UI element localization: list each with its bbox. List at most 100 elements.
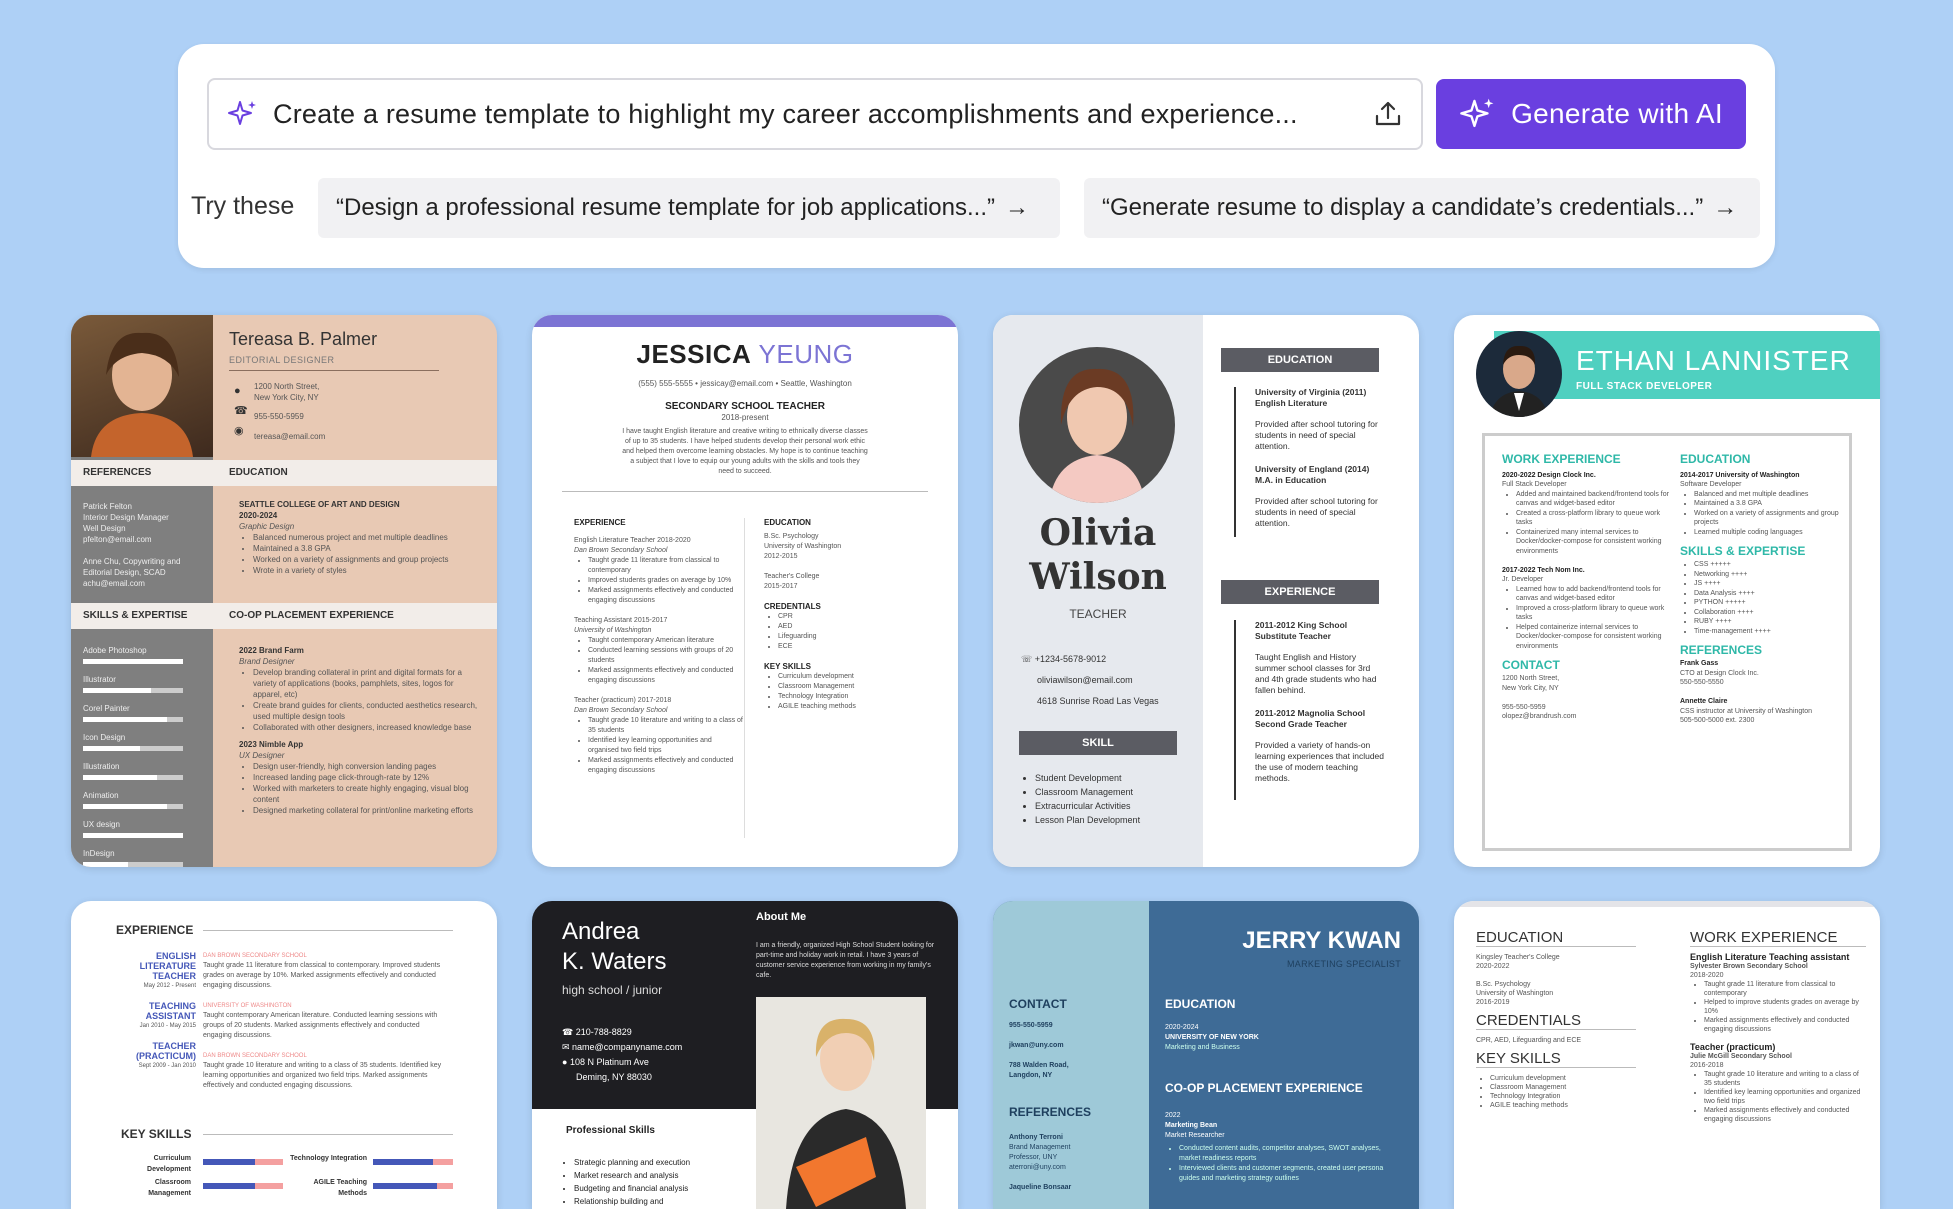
list-item: Created a cross-platform library to queu…: [1516, 509, 1672, 528]
text-line: University of Washington: [764, 543, 842, 550]
prompt-input[interactable]: Create a resume template to highlight my…: [207, 78, 1423, 150]
text-line: 2011-2012 Magnolia School: [1255, 708, 1366, 718]
text-line: 210-788-8829: [575, 1027, 632, 1037]
list-item: Marked assignments effectively and condu…: [588, 666, 744, 686]
list-item: Improved students grades on average by 1…: [588, 576, 744, 586]
decoration: [1454, 901, 1880, 907]
text-line: 2020-2022 Design Clock Inc.: [1502, 471, 1596, 479]
text-line: EDUCATION: [764, 518, 811, 527]
list-item: Worked on a variety of assignments and g…: [1694, 509, 1840, 528]
text-line: 550-550-5550: [1680, 679, 1724, 686]
list-item: Technology Integration: [1490, 1092, 1636, 1101]
generate-label: Generate with AI: [1511, 98, 1723, 129]
text-line: Illustrator: [83, 675, 116, 684]
template-card-tereasa[interactable]: Tereasa B. Palmer EDITORIAL DESIGNER 120…: [71, 315, 497, 867]
text-line: Taught grade 10 literature and writing t…: [203, 1062, 442, 1089]
resume-email: tereasa@email.com: [254, 432, 326, 441]
resume-name: JERRY KWAN: [1242, 927, 1401, 954]
list-item: Curriculum development: [778, 672, 914, 682]
skills-list: Student DevelopmentClassroom ManagementE…: [1021, 771, 1140, 827]
list-item: Marked assignments effectively and condu…: [1704, 1106, 1866, 1124]
text-line: ENGLISH LITERATURE TEACHER: [139, 951, 196, 981]
list-item: RUBY ++++: [1694, 617, 1840, 627]
text-line: UNIVERSITY OF NEW YORK: [1165, 1034, 1259, 1041]
decoration: [83, 659, 183, 664]
list-item: Time-management ++++: [1694, 627, 1840, 637]
text-line: Andrea: [562, 918, 640, 945]
text-line: Provided a variety of hands-on learning …: [1255, 740, 1385, 783]
list-item: Identified key learning opportunities an…: [1704, 1088, 1866, 1106]
text-line: 4618 Sunrise Road Las Vegas: [1037, 696, 1159, 706]
decoration: [83, 804, 183, 809]
suggestion-chip-1[interactable]: “Design a professional resume template f…: [318, 178, 1060, 238]
text-line: 2015-2017: [764, 583, 798, 590]
decoration: [1234, 620, 1236, 800]
text-line: Provided after school tutoring for stude…: [1255, 496, 1378, 528]
template-card-olivia[interactable]: Olivia Wilson TEACHER ☏ +1234-5678-9012 ol…: [993, 315, 1419, 867]
list-item: Technology Integration: [778, 692, 914, 702]
arrow-right-icon: →: [1005, 194, 1029, 221]
text-line: Julie McGill Secondary School: [1690, 1053, 1792, 1060]
template-card-jessica[interactable]: JESSICA YEUNG (555) 555-5555 • jessicay@…: [532, 315, 958, 867]
text-line: Provided after school tutoring for stude…: [1255, 419, 1378, 451]
decoration: [1690, 946, 1866, 947]
resume-role: MARKETING SPECIALIST: [1286, 959, 1401, 969]
text-line: InDesign: [83, 849, 115, 858]
list-item: Helped containerize internal services to…: [1516, 623, 1672, 652]
text-line: KEY SKILLS: [764, 662, 811, 671]
upload-icon[interactable]: [1373, 99, 1403, 129]
list-item: Extracurricular Activities: [1035, 799, 1140, 813]
list-item: Learned how to add backend/frontend tool…: [1516, 585, 1672, 604]
text-line: olopez@brandrush.com: [1502, 713, 1577, 720]
text-line: 2020-2024: [239, 511, 278, 520]
list-item: CSS +++++: [1694, 560, 1840, 570]
experience-block: 2011-2012 King School Substitute Teacher T…: [1255, 620, 1385, 784]
list-item: Increased landing page click-through-rat…: [253, 772, 484, 783]
text-line: English Literature Teaching assistant: [1690, 952, 1850, 962]
generate-with-ai-button[interactable]: Generate with AI: [1436, 79, 1746, 149]
list-item: AGILE teaching methods: [1490, 1101, 1636, 1110]
text-line: Sylvester Brown Secondary School: [1690, 963, 1808, 970]
text-line: Dan Brown Secondary School: [574, 707, 668, 714]
text-line: English Literature Teacher 2018-2020: [574, 537, 691, 544]
template-card-experience[interactable]: EXPERIENCE ENGLISH LITERATURE TEACHER May…: [71, 901, 497, 1209]
text-line: Jr. Developer: [1502, 576, 1544, 583]
section-education: EDUCATION: [1165, 997, 1236, 1011]
decoration: [83, 833, 183, 838]
list-item: Taught grade 11 literature from classica…: [588, 556, 744, 576]
text-line: Teaching Assistant 2015-2017: [574, 617, 668, 624]
decoration: [1476, 946, 1636, 947]
text-line: DAN BROWN SECONDARY SCHOOL: [203, 953, 307, 959]
text-line: achu@email.com: [83, 579, 145, 588]
list-item: Marked assignments effectively and condu…: [588, 756, 744, 776]
text-line: Corel Painter: [83, 704, 130, 713]
text-line: English Literature: [1255, 398, 1328, 408]
text-line: EDUCATION: [1680, 452, 1751, 466]
text-line: M.A. in Education: [1255, 475, 1327, 485]
text-line: 2011-2012 King School: [1255, 620, 1348, 630]
profile-photo: [1476, 331, 1562, 417]
suggestion-chip-2[interactable]: “Generate resume to display a candidate’…: [1084, 178, 1760, 238]
decoration: [373, 1183, 437, 1189]
text-line: jkwan@uny.com: [1009, 1042, 1064, 1049]
section-about: About Me: [756, 911, 807, 923]
text-line: 2012-2015: [764, 553, 798, 560]
contact-icons: ● ☎ ◉: [234, 385, 248, 437]
text-line: CONTACT: [1502, 657, 1560, 672]
contact-block: 955-550-5959 jkwan@uny.com 788 Walden Road…: [1009, 1021, 1069, 1081]
decoration: [83, 746, 183, 751]
text-line: New York City, NY: [1502, 684, 1559, 692]
text-line: Jan 2010 - May 2015: [139, 1023, 196, 1029]
decoration: [83, 775, 183, 780]
decoration: [203, 930, 453, 931]
template-card-andrea[interactable]: Andrea K. Waters high school / junior ☎ 2…: [532, 901, 958, 1209]
template-card-jerry[interactable]: JERRY KWAN MARKETING SPECIALIST CONTACT …: [993, 901, 1419, 1209]
sparkle-icon: [1460, 98, 1494, 128]
text-line: Brand Management: [1009, 1144, 1071, 1151]
profile-photo: [1019, 347, 1175, 503]
references-block: Anthony Terroni Brand Management Professor…: [1009, 1133, 1071, 1193]
template-card-ethan[interactable]: ETHAN LANNISTER FULL STACK DEVELOPER WOR…: [1454, 315, 1880, 867]
list-item: Marked assignments effectively and condu…: [588, 586, 744, 606]
text-line: 2022 Brand Farm: [239, 646, 304, 655]
template-card-education[interactable]: EDUCATION Kingsley Teacher's College 2020…: [1454, 901, 1880, 1209]
